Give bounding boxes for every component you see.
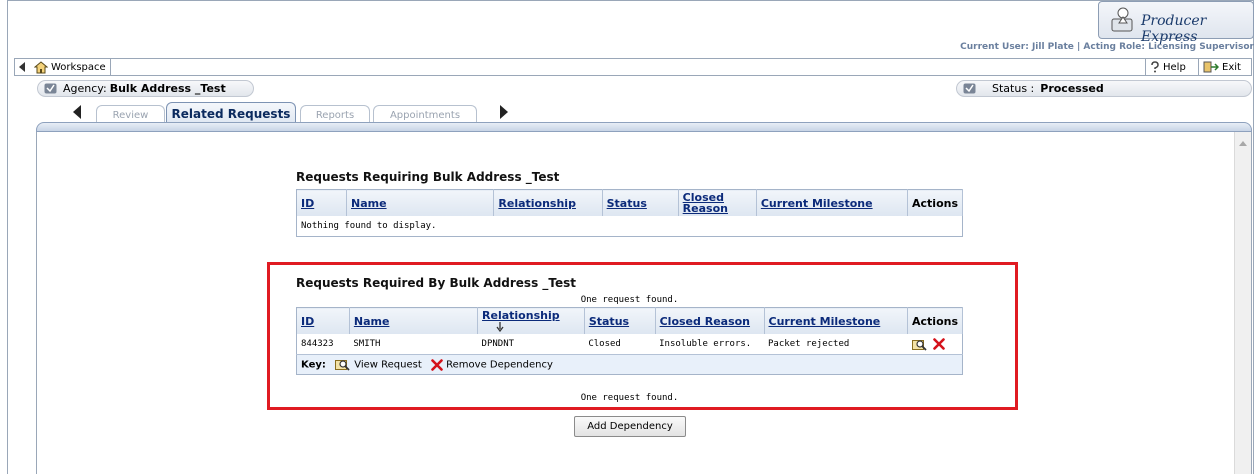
current-user-line: Current User: Jill Plate | Acting Role: … [960, 42, 1254, 52]
col-relationship-label: Relationship [482, 309, 560, 322]
cell-id: 844323 [301, 339, 334, 349]
cell-closed-reason: Insoluble errors. [659, 339, 752, 349]
remove-dependency-icon [431, 358, 443, 371]
key-label: Key: [301, 359, 326, 371]
toolbar [14, 58, 1252, 76]
status-value: Processed [1040, 82, 1104, 95]
workspace-label: Workspace [51, 61, 106, 73]
required-by-table: ID Name Relationship Status Closed Reaso… [296, 307, 963, 375]
key-row: Key: View Request Remove Dependency [296, 354, 963, 375]
exit-button[interactable]: Exit [1198, 59, 1245, 75]
home-icon [34, 60, 48, 73]
col-name[interactable]: Name [346, 189, 495, 216]
col-closed-reason[interactable]: Closed Reason [678, 189, 757, 216]
empty-message: Nothing found to display. [301, 221, 437, 231]
requiring-title: Requests Requiring Bulk Address _Test [296, 170, 560, 184]
panel-header-bar [36, 122, 1252, 132]
col-status[interactable]: Status [584, 307, 656, 334]
agency-icon [44, 83, 57, 94]
producer-express-logo [1111, 7, 1133, 32]
col-actions: Actions [907, 189, 963, 216]
sort-arrow-icon [496, 322, 504, 333]
cell-relationship: DPNDNT [481, 339, 515, 349]
cell-name: SMITH [353, 339, 381, 349]
help-button[interactable]: Help [1145, 59, 1190, 75]
col-id[interactable]: ID [296, 189, 348, 216]
col-closed-reason[interactable]: Closed Reason [655, 307, 765, 334]
required-by-count-bottom: One request found. [580, 393, 679, 403]
col-relationship[interactable]: Relationship [493, 189, 603, 216]
view-request-icon[interactable] [911, 338, 928, 351]
agency-name: Bulk Address _Test [109, 82, 226, 95]
col-relationship[interactable]: Relationship [477, 307, 585, 334]
exit-label: Exit [1222, 61, 1241, 73]
agency-pill: Agency: Bulk Address _Test [37, 80, 254, 97]
col-actions: Actions [907, 307, 963, 334]
col-current-milestone[interactable]: Current Milestone [756, 189, 909, 216]
remove-dependency-icon[interactable] [933, 338, 945, 350]
requiring-table: ID Name Relationship Status Closed Reaso… [296, 189, 963, 237]
tabs-scroll-left-icon[interactable] [73, 105, 81, 119]
back-arrow-icon[interactable] [17, 61, 27, 76]
col-current-milestone[interactable]: Current Milestone [764, 307, 909, 334]
cell-status: Closed [588, 339, 621, 349]
vertical-scrollbar[interactable] [1234, 132, 1251, 474]
status-icon [963, 83, 976, 94]
brand-name: Producer Express [1141, 13, 1207, 45]
required-by-count-top: One request found. [580, 295, 679, 305]
add-dependency-button[interactable]: Add Dependency [574, 416, 686, 437]
col-name[interactable]: Name [349, 307, 479, 334]
agency-label: Agency: [63, 82, 107, 95]
cell-current-milestone: Packet rejected [768, 339, 850, 349]
key-view-label: View Request [354, 359, 422, 371]
col-id[interactable]: ID [296, 307, 350, 334]
help-icon [1151, 61, 1159, 73]
tabs-scroll-right-icon[interactable] [500, 105, 508, 119]
workspace-button[interactable]: Workspace [30, 59, 111, 75]
view-request-icon [335, 360, 350, 371]
cell-actions [908, 334, 963, 355]
help-label: Help [1163, 61, 1186, 73]
key-cell: Key: View Request Remove Dependency [296, 354, 963, 375]
scroll-up-icon[interactable] [1239, 141, 1247, 146]
table-row: 844323 SMITH DPNDNT Closed Insoluble err… [297, 334, 963, 355]
key-remove-label: Remove Dependency [446, 359, 553, 371]
exit-icon [1203, 61, 1219, 73]
col-status[interactable]: Status [602, 189, 679, 216]
status-pill: Status : Processed [956, 80, 1252, 97]
required-by-title: Requests Required By Bulk Address _Test [296, 276, 577, 290]
status-label: Status : [992, 82, 1035, 95]
